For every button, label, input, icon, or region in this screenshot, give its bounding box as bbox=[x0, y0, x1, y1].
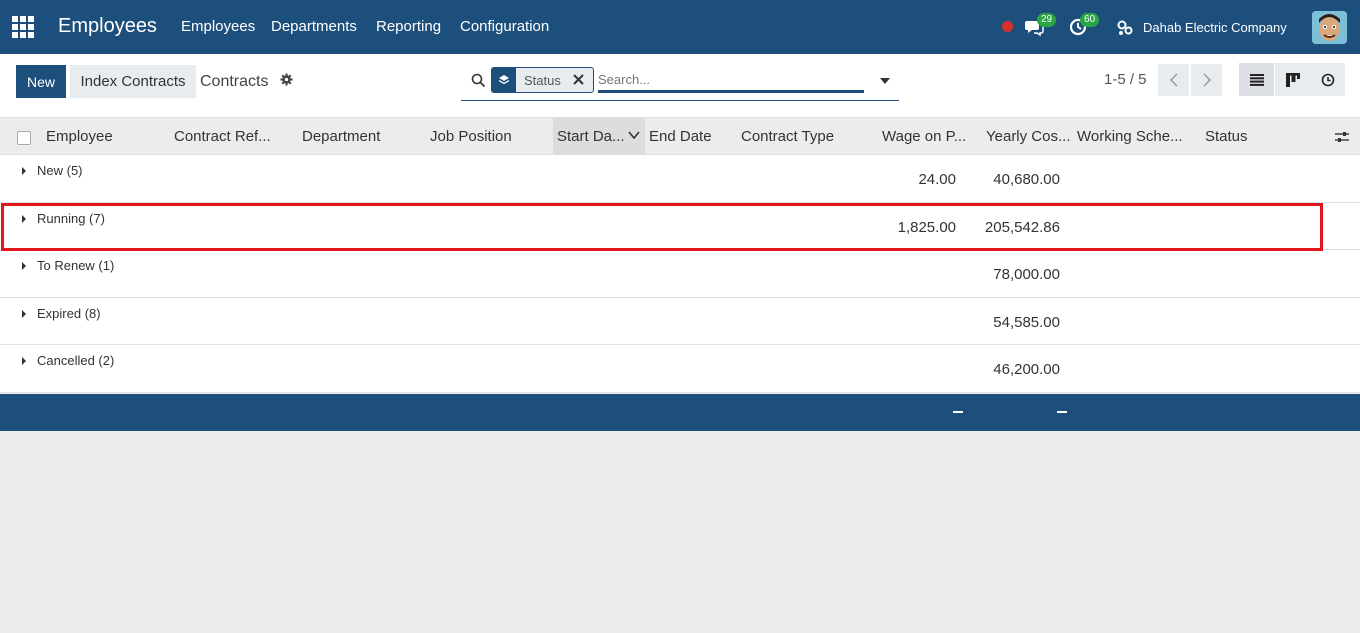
search-input[interactable] bbox=[598, 69, 864, 93]
close-icon[interactable] bbox=[572, 73, 585, 86]
pager-previous-button[interactable] bbox=[1158, 64, 1189, 96]
group-row-cancelled[interactable]: Cancelled (2) 46,200.00 bbox=[0, 345, 1360, 393]
yearly-total-dash bbox=[1057, 411, 1067, 413]
caret-right-icon bbox=[22, 262, 26, 270]
contracts-table: Employee Contract Ref... Department Job … bbox=[0, 117, 1360, 393]
caret-right-icon bbox=[22, 214, 26, 223]
search-icon[interactable] bbox=[471, 73, 486, 88]
control-panel: New Index Contracts Contracts Status Sea… bbox=[0, 54, 1360, 117]
column-start-date[interactable]: Start Da... bbox=[557, 128, 625, 145]
group-yearly-cost-sum: 46,200.00 bbox=[993, 361, 1060, 378]
caret-right-icon bbox=[22, 309, 26, 318]
group-wage-sum: 24.00 bbox=[918, 171, 956, 188]
column-yearly-cost[interactable]: Yearly Cos... bbox=[986, 128, 1071, 145]
caret-right-icon bbox=[22, 167, 26, 175]
company-switch-icon[interactable] bbox=[1116, 19, 1134, 37]
group-row-expired[interactable]: Expired (8) 54,585.00 bbox=[0, 297, 1360, 345]
column-working-schedule[interactable]: Working Sche... bbox=[1077, 128, 1183, 145]
column-end-date[interactable]: End Date bbox=[649, 128, 712, 145]
pager-value[interactable]: 1-5 / 5 bbox=[1104, 71, 1147, 88]
facet-label: Status bbox=[524, 72, 561, 88]
list-view-button[interactable] bbox=[1239, 63, 1274, 96]
group-label: Expired (8) bbox=[37, 305, 101, 321]
group-wage-sum: 1,825.00 bbox=[897, 218, 956, 236]
status-facet[interactable]: Status bbox=[491, 67, 594, 93]
column-department[interactable]: Department bbox=[302, 128, 380, 145]
optional-columns-sliders-icon[interactable] bbox=[1335, 130, 1349, 144]
menu-employees[interactable]: Employees bbox=[181, 18, 255, 35]
group-label: To Renew (1) bbox=[37, 258, 115, 273]
group-yearly-cost-sum: 205,542.86 bbox=[984, 218, 1060, 236]
caret-right-icon bbox=[22, 357, 26, 365]
recording-indicator[interactable] bbox=[1002, 21, 1013, 32]
column-wage[interactable]: Wage on P... bbox=[882, 128, 966, 145]
new-button[interactable]: New bbox=[16, 65, 66, 98]
column-job-position[interactable]: Job Position bbox=[430, 128, 512, 145]
kanban-view-button[interactable] bbox=[1275, 63, 1310, 96]
apps-menu-icon[interactable] bbox=[12, 16, 34, 38]
column-contract-type[interactable]: Contract Type bbox=[741, 128, 834, 145]
select-all-checkbox[interactable] bbox=[17, 131, 31, 145]
column-status[interactable]: Status bbox=[1205, 128, 1248, 145]
group-yearly-cost-sum: 78,000.00 bbox=[993, 266, 1060, 283]
wage-total-dash bbox=[953, 411, 963, 413]
clock-icon bbox=[1321, 73, 1334, 86]
column-employee[interactable]: Employee bbox=[46, 128, 113, 145]
app-title[interactable]: Employees bbox=[58, 15, 157, 38]
activities-badge: 60 bbox=[1080, 13, 1100, 27]
activity-view-button[interactable] bbox=[1310, 63, 1345, 96]
group-row-to-renew[interactable]: To Renew (1) 78,000.00 bbox=[0, 250, 1360, 298]
kanban-icon bbox=[1285, 72, 1300, 87]
breadcrumb: Contracts bbox=[200, 73, 269, 90]
menu-reporting[interactable]: Reporting bbox=[376, 18, 441, 35]
column-contract-reference[interactable]: Contract Ref... bbox=[174, 128, 271, 145]
pager-next-button[interactable] bbox=[1191, 64, 1222, 96]
company-name[interactable]: Dahab Electric Company bbox=[1143, 20, 1287, 35]
list-icon bbox=[1249, 73, 1264, 86]
menu-departments[interactable]: Departments bbox=[271, 18, 357, 35]
top-navbar: Employees Employees Departments Reportin… bbox=[0, 0, 1360, 54]
gear-icon[interactable] bbox=[280, 73, 293, 86]
group-yearly-cost-sum: 54,585.00 bbox=[993, 313, 1060, 331]
group-row-new[interactable]: New (5) 24.00 40,680.00 bbox=[0, 155, 1360, 203]
menu-configuration[interactable]: Configuration bbox=[460, 18, 549, 35]
group-row-running[interactable]: Running (7) 1,825.00 205,542.86 bbox=[0, 202, 1360, 250]
table-header: Employee Contract Ref... Department Job … bbox=[0, 117, 1360, 155]
group-by-layers-icon bbox=[492, 68, 516, 92]
chevron-left-icon bbox=[1169, 73, 1178, 87]
group-label: Running (7) bbox=[37, 210, 105, 226]
group-label: Cancelled (2) bbox=[37, 353, 115, 368]
table-footer bbox=[0, 394, 1360, 431]
user-avatar[interactable] bbox=[1312, 11, 1347, 44]
sort-desc-chevron-icon[interactable] bbox=[628, 131, 640, 140]
group-yearly-cost-sum: 40,680.00 bbox=[993, 171, 1060, 188]
chevron-right-icon bbox=[1202, 73, 1211, 87]
index-contracts-button[interactable]: Index Contracts bbox=[70, 65, 196, 98]
group-label: New (5) bbox=[37, 163, 83, 178]
messages-badge: 29 bbox=[1037, 13, 1057, 27]
search-bar: Status bbox=[461, 64, 899, 101]
search-options-toggle-icon[interactable] bbox=[879, 76, 891, 86]
